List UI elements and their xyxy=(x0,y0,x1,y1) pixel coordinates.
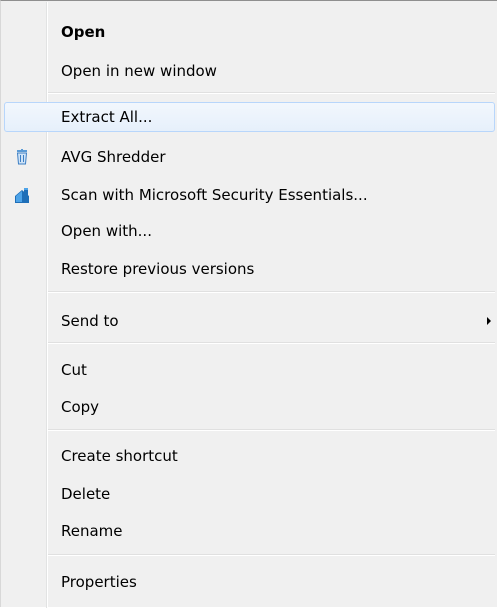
menu-item-send-to[interactable]: Send to xyxy=(4,306,495,336)
menu-item-label: Scan with Microsoft Security Essentials.… xyxy=(61,186,368,204)
menu-item-label: Rename xyxy=(61,522,123,540)
menu-item-label: Delete xyxy=(61,485,111,503)
menu-item-label: AVG Shredder xyxy=(61,148,166,166)
menu-item-open-with[interactable]: Open with... xyxy=(4,216,495,246)
menu-separator xyxy=(48,342,495,344)
shredder-icon xyxy=(13,148,31,166)
menu-separator xyxy=(48,554,495,556)
menu-item-label: Open xyxy=(61,23,106,41)
menu-item-properties[interactable]: Properties xyxy=(4,567,495,597)
submenu-arrow-icon xyxy=(487,317,491,325)
menu-item-open[interactable]: Open xyxy=(4,17,495,47)
menu-item-label: Restore previous versions xyxy=(61,260,255,278)
menu-item-copy[interactable]: Copy xyxy=(4,392,495,422)
menu-item-label: Create shortcut xyxy=(61,447,178,465)
menu-item-label: Properties xyxy=(61,573,137,591)
menu-item-label: Extract All... xyxy=(61,108,153,126)
menu-item-scan-security-essentials[interactable]: Scan with Microsoft Security Essentials.… xyxy=(4,180,495,210)
security-essentials-icon xyxy=(13,186,31,204)
menu-item-label: Cut xyxy=(61,361,87,379)
menu-item-extract-all[interactable]: Extract All... xyxy=(4,102,495,132)
menu-item-label: Send to xyxy=(61,312,119,330)
menu-separator xyxy=(48,429,495,431)
menu-item-cut[interactable]: Cut xyxy=(4,355,495,385)
menu-item-label: Copy xyxy=(61,398,100,416)
menu-item-label: Open with... xyxy=(61,222,152,240)
menu-item-delete[interactable]: Delete xyxy=(4,479,495,509)
menu-separator xyxy=(48,291,495,293)
menu-item-create-shortcut[interactable]: Create shortcut xyxy=(4,441,495,471)
menu-item-restore-previous-versions[interactable]: Restore previous versions xyxy=(4,254,495,284)
menu-separator xyxy=(48,92,495,94)
context-menu: Open Open in new window Extract All... A… xyxy=(0,0,497,608)
menu-item-avg-shredder[interactable]: AVG Shredder xyxy=(4,142,495,172)
menu-item-label: Open in new window xyxy=(61,62,217,80)
menu-item-open-in-new-window[interactable]: Open in new window xyxy=(4,56,495,86)
menu-item-rename[interactable]: Rename xyxy=(4,516,495,546)
